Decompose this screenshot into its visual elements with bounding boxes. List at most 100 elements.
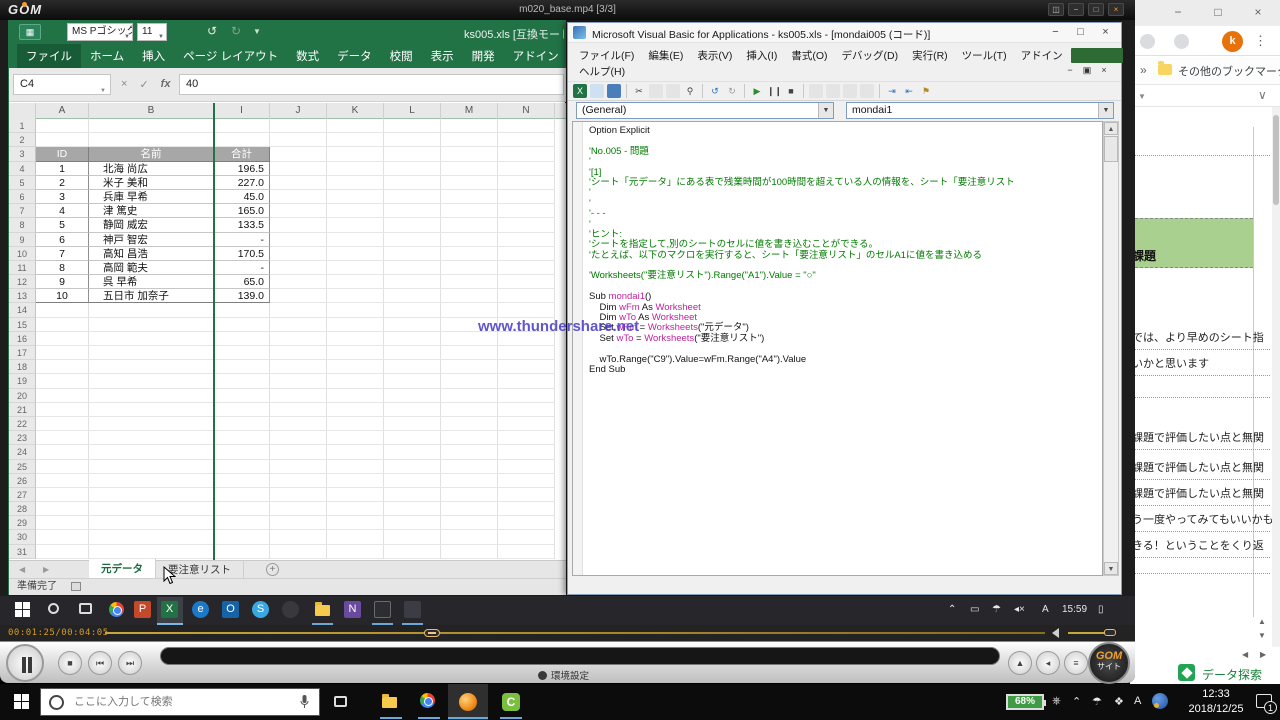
grid-cell[interactable]: [36, 346, 89, 360]
copy-icon[interactable]: [649, 84, 663, 98]
search-input[interactable]: [72, 695, 300, 709]
taskbar-search[interactable]: [40, 688, 320, 716]
grid-cell[interactable]: 1: [36, 162, 89, 176]
mute-button[interactable]: ◂: [1036, 651, 1060, 675]
grid-cell[interactable]: [327, 147, 384, 161]
grid-cell[interactable]: [36, 133, 89, 147]
grid-cell[interactable]: [89, 303, 214, 317]
grid-cell[interactable]: [327, 176, 384, 190]
grid-cell[interactable]: 5: [36, 218, 89, 232]
tab-insert[interactable]: 挿入: [133, 44, 174, 68]
grid-cell[interactable]: [36, 360, 89, 374]
grid-cell[interactable]: [327, 261, 384, 275]
grid-cell[interactable]: [384, 530, 441, 544]
grid-cell[interactable]: [89, 389, 214, 403]
enter-icon[interactable]: ✓: [139, 78, 148, 91]
grid-cell[interactable]: [270, 545, 327, 559]
sheet-cell-text[interactable]: では、より早めのシート指: [1132, 329, 1270, 350]
gom-minimize-button[interactable]: −: [1068, 3, 1084, 16]
paste-icon[interactable]: [666, 84, 680, 98]
grid-cell[interactable]: [384, 204, 441, 218]
grid-cell[interactable]: ID: [36, 147, 89, 161]
browser-scrollbar-thumb[interactable]: [1273, 115, 1279, 205]
row-header[interactable]: 24: [9, 445, 36, 459]
gom-site-button[interactable]: GOMサイト: [1088, 642, 1130, 684]
grid-cell[interactable]: [384, 431, 441, 445]
grid-cell[interactable]: 兵庫 早希: [89, 190, 214, 204]
row-header[interactable]: 25: [9, 460, 36, 474]
grid-cell[interactable]: [214, 545, 270, 559]
start-button[interactable]: [14, 694, 29, 709]
grid-cell[interactable]: [384, 332, 441, 346]
row-header[interactable]: 29: [9, 516, 36, 530]
grid-cell[interactable]: [327, 431, 384, 445]
grid-cell[interactable]: [498, 389, 555, 403]
grid-cell[interactable]: [384, 460, 441, 474]
grid-cell[interactable]: [441, 445, 498, 459]
grid-cell[interactable]: [36, 488, 89, 502]
video-frame[interactable]: ▦ MS Pゴシック▼ 11▼ ↺ ↻ ▼ ks005.xls [互換モード] …: [0, 20, 1135, 625]
redo-icon[interactable]: ↻: [231, 24, 241, 38]
grid-cell[interactable]: [498, 218, 555, 232]
code-hscrollbar[interactable]: ≡ ≣ ◀ ▶: [572, 579, 1103, 593]
grid-cell[interactable]: [270, 403, 327, 417]
grid-cell[interactable]: 8: [36, 261, 89, 275]
grid-cell[interactable]: [384, 474, 441, 488]
save-icon[interactable]: [607, 84, 621, 98]
grid-cell[interactable]: 65.0: [214, 275, 270, 289]
grid-cell[interactable]: 名前: [89, 147, 214, 161]
grid-cell[interactable]: [36, 303, 89, 317]
row-header[interactable]: 7: [9, 204, 36, 218]
grid-cell[interactable]: [498, 275, 555, 289]
sheet-nav-right-icon[interactable]: ▶: [43, 565, 57, 574]
row-header[interactable]: 10: [9, 247, 36, 261]
browser-maximize-button[interactable]: □: [1212, 6, 1224, 18]
grid-cell[interactable]: [384, 360, 441, 374]
grid-cell[interactable]: [384, 275, 441, 289]
grid-cell[interactable]: [327, 289, 384, 303]
break-icon[interactable]: ❙❙: [767, 84, 781, 98]
grid-cell[interactable]: [36, 318, 89, 332]
grid-cell[interactable]: [89, 133, 214, 147]
seek-handle[interactable]: [424, 629, 440, 637]
grid-cell[interactable]: [498, 417, 555, 431]
grid-cell[interactable]: [498, 460, 555, 474]
menu-insert[interactable]: 挿入(I): [739, 47, 784, 64]
app-sphere-icon[interactable]: [1152, 693, 1168, 709]
font-size-combo[interactable]: 11▼: [137, 23, 167, 41]
grid-cell[interactable]: [384, 374, 441, 388]
grid-cell[interactable]: [214, 303, 270, 317]
scroll-down-icon[interactable]: ▼: [1258, 631, 1266, 640]
volume-handle[interactable]: [1104, 629, 1116, 636]
grid-cell[interactable]: [89, 417, 214, 431]
grid-cell[interactable]: [498, 346, 555, 360]
grid-cell[interactable]: [384, 133, 441, 147]
grid-cell[interactable]: [214, 403, 270, 417]
menu-file[interactable]: ファイル(F): [572, 47, 641, 64]
grid-cell[interactable]: [270, 445, 327, 459]
indent-icon[interactable]: ⇥: [885, 84, 899, 98]
sheet-cell-text[interactable]: 課題で評価したい点と無関: [1132, 485, 1270, 506]
sheet-cell-text[interactable]: う一度やってみてもいいかも: [1132, 511, 1270, 532]
grid-cell[interactable]: 五日市 加奈子: [89, 289, 214, 303]
quick-access-icon[interactable]: ▦: [19, 24, 41, 40]
grid-cell[interactable]: [214, 360, 270, 374]
grid-cell[interactable]: 165.0: [214, 204, 270, 218]
grid-cell[interactable]: [327, 133, 384, 147]
grid-cell[interactable]: [441, 261, 498, 275]
tab-data[interactable]: データ: [328, 44, 381, 68]
grid-cell[interactable]: [384, 303, 441, 317]
grid-cell[interactable]: [327, 332, 384, 346]
grid-cell[interactable]: [441, 474, 498, 488]
grid-cell[interactable]: [214, 374, 270, 388]
row-header[interactable]: 5: [9, 176, 36, 190]
row-header[interactable]: 15: [9, 318, 36, 332]
grid-cell[interactable]: [384, 516, 441, 530]
grid-cell[interactable]: [214, 474, 270, 488]
grid-cell[interactable]: [214, 488, 270, 502]
grid-cell[interactable]: [270, 431, 327, 445]
grid-cell[interactable]: [384, 261, 441, 275]
grid-cell[interactable]: [441, 204, 498, 218]
properties-icon[interactable]: [843, 84, 857, 98]
object-browser-icon[interactable]: [860, 84, 874, 98]
